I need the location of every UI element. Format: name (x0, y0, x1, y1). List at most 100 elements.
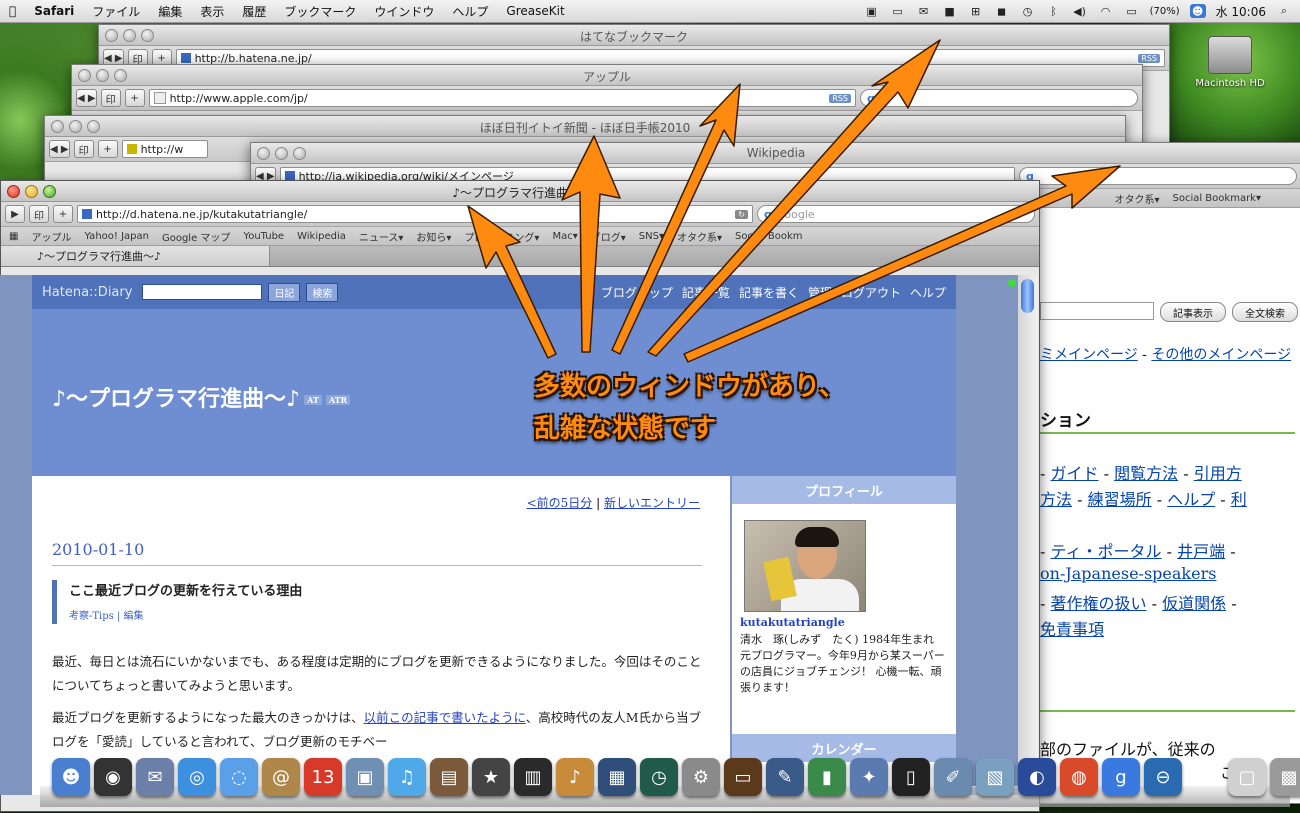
spotlight-search-icon[interactable]: ⌕ (1276, 4, 1292, 18)
preview-icon[interactable]: ▣ (346, 758, 384, 796)
copyright-link[interactable]: 著作権の扱い (1051, 594, 1147, 613)
numbers-icon[interactable]: ▮ (808, 758, 846, 796)
bookmark-notices[interactable]: お知ら▾ (416, 229, 451, 244)
pen-icon[interactable]: ✎ (766, 758, 804, 796)
usage-link[interactable]: 利 (1231, 490, 1247, 509)
finder-icon[interactable]: ☻ (52, 758, 90, 796)
bookmark-social[interactable]: Social Bookmark▾ (1172, 193, 1261, 204)
plus-box-icon[interactable]: ⊞ (968, 4, 984, 18)
sandbox-link[interactable]: 練習場所 (1088, 490, 1152, 509)
garageband-icon[interactable]: ♪ (556, 758, 594, 796)
entry-date[interactable]: 2010-01-10 (52, 540, 702, 566)
imovie-icon[interactable]: ★ (472, 758, 510, 796)
vertical-scrollbar[interactable] (1018, 275, 1038, 795)
bookmarks-grid-icon[interactable]: ▦ (9, 231, 18, 242)
scrollbar-thumb[interactable] (1021, 279, 1034, 313)
menu-safari[interactable]: Safari (25, 4, 83, 18)
rss-icon[interactable]: RSS (829, 93, 851, 103)
address-field[interactable]: http://www.apple.com/jp/RSS (148, 89, 856, 107)
bookmark-google-maps[interactable]: Google マップ (162, 229, 230, 244)
menu-bookmarks[interactable]: ブックマーク (275, 3, 365, 20)
badge-atr[interactable]: ATR (325, 395, 351, 405)
xcode-icon[interactable]: ✦ (850, 758, 888, 796)
bookmark-yahoo[interactable]: Yahoo! Japan (84, 231, 149, 242)
entry-title[interactable]: ここ最近ブログの更新を行えている理由 (69, 584, 302, 599)
back-button[interactable]: ◀ ▶ (76, 89, 97, 107)
bluetooth-icon[interactable]: ᛒ (1046, 4, 1062, 18)
google-search-field[interactable]: g (1019, 167, 1297, 185)
next-entries-link[interactable]: 新しいエントリー (604, 496, 700, 510)
menu-file[interactable]: ファイル (83, 3, 149, 20)
other-main-pages-link[interactable]: その他のメインページ (1151, 347, 1291, 363)
community-portal-link[interactable]: ティ・ポータル (1051, 542, 1162, 561)
prev-entries-link[interactable]: <前の5日分 (527, 496, 593, 510)
menu-window[interactable]: ウインドウ (365, 3, 443, 20)
titlebar[interactable]: Wikipedia (251, 143, 1300, 164)
stack-icon[interactable]: ▩ (1270, 758, 1300, 796)
dark-app-icon[interactable]: ◼ (994, 4, 1010, 18)
profile-photo[interactable] (744, 520, 866, 612)
google-search-field[interactable]: g (860, 89, 1138, 107)
village-pump-link[interactable]: 井戸端 (1177, 542, 1225, 561)
method-link[interactable]: 方法 (1040, 490, 1072, 509)
volume-icon[interactable]: ◀) (1072, 4, 1088, 18)
bookmark-social[interactable]: Social Bookm (735, 231, 802, 242)
time-machine-status-icon[interactable]: ◷ (1020, 4, 1036, 18)
wiki-search-input[interactable] (1040, 302, 1154, 320)
titlebar[interactable]: ♪～プログラマ行進曲～♪ (1, 181, 1039, 202)
category-link[interactable]: 考察-Tips (69, 611, 114, 622)
bookmark-button[interactable]: 印 (73, 140, 94, 158)
help-link[interactable]: ヘルプ (1167, 490, 1215, 509)
wifi-icon[interactable]: ◠ (1098, 4, 1114, 18)
firefox-icon[interactable]: ◐ (1018, 758, 1056, 796)
related-link[interactable]: 仮道関係 (1162, 594, 1226, 613)
rss-icon[interactable]: RSS (1138, 53, 1160, 63)
bookmark-sns[interactable]: SNS▾ (639, 231, 664, 242)
battery-icon[interactable]: ▭ (1124, 4, 1140, 18)
chrome-icon[interactable]: ◍ (1060, 758, 1098, 796)
photo-app-icon[interactable]: ▧ (976, 758, 1014, 796)
apple-menu-icon[interactable]:  (0, 4, 25, 18)
guide-link[interactable]: ガイド (1051, 464, 1099, 483)
search-button[interactable]: 検索 (306, 282, 339, 302)
bookmark-wikipedia[interactable]: Wikipedia (297, 231, 346, 242)
nav-article-list[interactable]: 記事一覧 (682, 284, 730, 301)
menu-view[interactable]: 表示 (191, 3, 233, 20)
nav-logout[interactable]: ログアウト (841, 284, 901, 301)
ichat-icon[interactable]: ◌ (220, 758, 258, 796)
titlebar[interactable]: アップル (72, 65, 1142, 86)
menu-edit[interactable]: 編集 (149, 3, 191, 20)
address-book-icon[interactable]: @ (262, 758, 300, 796)
main-page-link[interactable]: ミメインページ (1040, 347, 1138, 363)
titlebar[interactable]: はてなブックマーク (99, 25, 1169, 46)
user-icon[interactable]: ☻ (1189, 4, 1206, 18)
forward-button[interactable]: ▶ (5, 205, 25, 223)
time-machine-icon[interactable]: ◷ (640, 758, 678, 796)
spaces-icon[interactable]: ▦ (598, 758, 636, 796)
address-field[interactable]: http://w (121, 140, 208, 158)
bookmark-youtube[interactable]: YouTube (243, 231, 284, 242)
bookmark-news[interactable]: ニュース▾ (359, 229, 404, 244)
ical-icon[interactable]: 13 (304, 758, 342, 796)
nav-help[interactable]: ヘルプ (910, 284, 946, 301)
mail-icon[interactable]: ✉ (136, 758, 174, 796)
nav-blog-top[interactable]: ブログトップ (601, 284, 673, 301)
hatena-search-input[interactable] (142, 284, 263, 300)
tab-programmer-march[interactable]: ♪～プログラマ行進曲～♪ (1, 246, 270, 266)
badge-at[interactable]: AT (304, 395, 322, 405)
browsing-link[interactable]: 閲覧方法 (1114, 464, 1178, 483)
safari-icon[interactable]: ◎ (178, 758, 216, 796)
bookmark-apple[interactable]: アップル (31, 229, 71, 244)
bookmark-otaku[interactable]: オタク系▾ (677, 229, 722, 244)
google-icon[interactable]: g (1102, 758, 1140, 796)
network-icon[interactable]: ⊖ (1144, 758, 1182, 796)
google-search-field[interactable]: g Google (757, 205, 1035, 223)
diary-button[interactable]: 日記 (268, 282, 301, 302)
app-status-icon[interactable]: ▣ (864, 4, 880, 18)
non-japanese-link[interactable]: on-Japanese-speakers (1040, 564, 1216, 583)
itunes-icon[interactable]: ♫ (388, 758, 426, 796)
terminal-icon[interactable]: ▯ (892, 758, 930, 796)
add-bookmark-button[interactable]: + (53, 205, 73, 223)
system-preferences-icon[interactable]: ⚙ (682, 758, 720, 796)
menu-greasekit[interactable]: GreaseKit (497, 4, 573, 18)
